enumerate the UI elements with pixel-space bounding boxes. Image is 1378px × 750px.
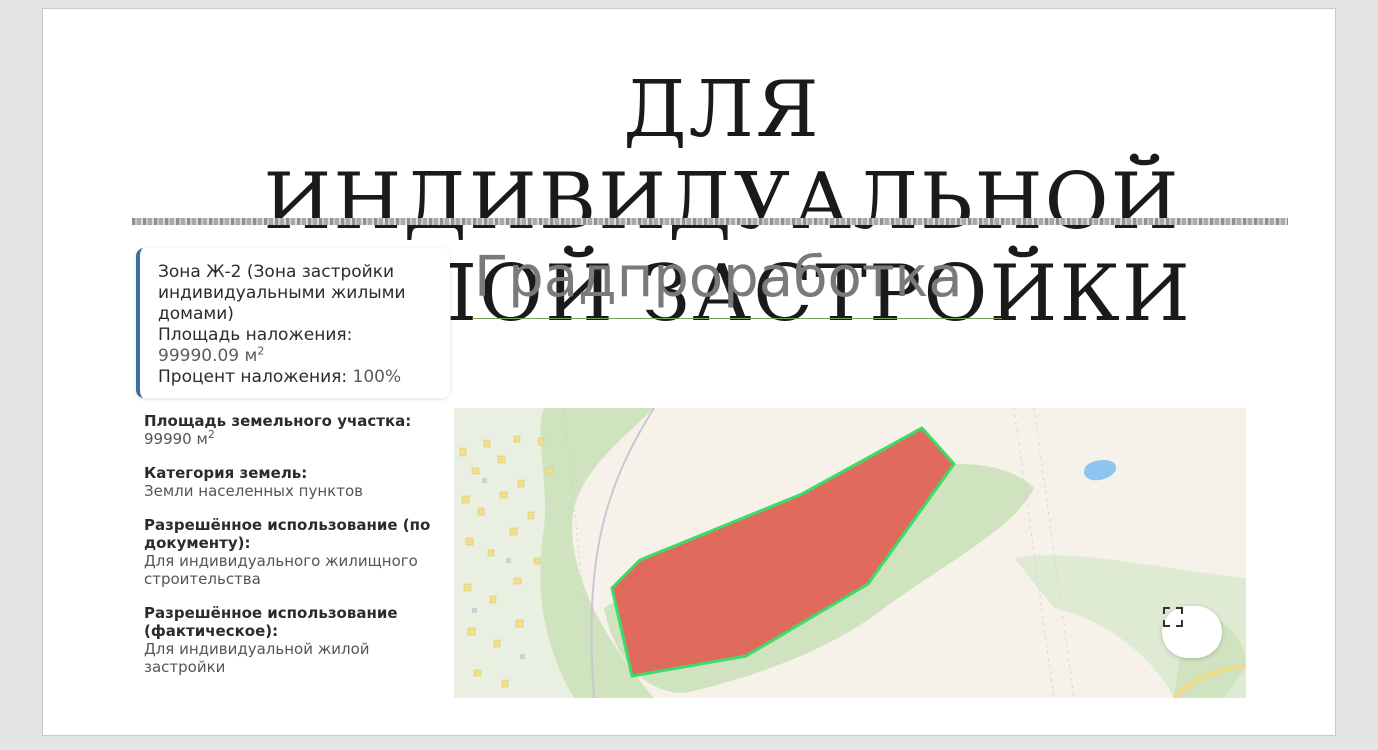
subtitle-underline bbox=[472, 318, 1002, 319]
info-category: Категория земель: Земли населенных пункт… bbox=[144, 464, 442, 500]
overlap-area-value: 99990.09 м bbox=[158, 346, 258, 366]
info-permitted-doc: Разрешённое использование (по документу)… bbox=[144, 516, 442, 588]
permitted-doc-label: Разрешённое использование (по документу)… bbox=[144, 516, 431, 552]
permitted-doc-value: Для индивидуального жилищного строительс… bbox=[144, 552, 418, 588]
area-value: 99990 м bbox=[144, 430, 208, 448]
info-area: Площадь земельного участка: 99990 м2 bbox=[144, 412, 442, 448]
zone-name: Зона Ж-2 (Зона застройки индивидуальными… bbox=[158, 262, 406, 324]
parcel-info-panel: Площадь земельного участка: 99990 м2 Кат… bbox=[138, 408, 448, 703]
info-permitted-actual: Разрешённое использование (фактическое):… bbox=[144, 604, 442, 676]
permitted-actual-value: Для индивидуальной жилой застройки bbox=[144, 640, 370, 676]
overlap-percent-label: Процент наложения: bbox=[158, 367, 348, 387]
slide: Для индивидуальной жилой застройки Зона … bbox=[52, 16, 1326, 726]
zone-card: Зона Ж-2 (Зона застройки индивидуальными… bbox=[136, 248, 450, 398]
fullscreen-button[interactable] bbox=[1162, 606, 1222, 658]
map-canvas[interactable] bbox=[454, 408, 1246, 698]
title-divider bbox=[132, 218, 1288, 225]
overlap-area-label: Площадь наложения: bbox=[158, 325, 353, 345]
slide-subtitle: Градпроработка bbox=[474, 245, 963, 310]
category-label: Категория земель: bbox=[144, 464, 308, 482]
fullscreen-icon bbox=[1163, 607, 1183, 627]
area-label: Площадь земельного участка: bbox=[144, 412, 412, 430]
category-value: Земли населенных пунктов bbox=[144, 482, 363, 500]
permitted-actual-label: Разрешённое использование (фактическое): bbox=[144, 604, 398, 640]
parcel-map[interactable] bbox=[454, 408, 1246, 698]
overlap-area-unit-sup: 2 bbox=[257, 344, 265, 358]
overlap-percent-value: 100% bbox=[352, 367, 402, 387]
area-unit-sup: 2 bbox=[207, 428, 215, 441]
